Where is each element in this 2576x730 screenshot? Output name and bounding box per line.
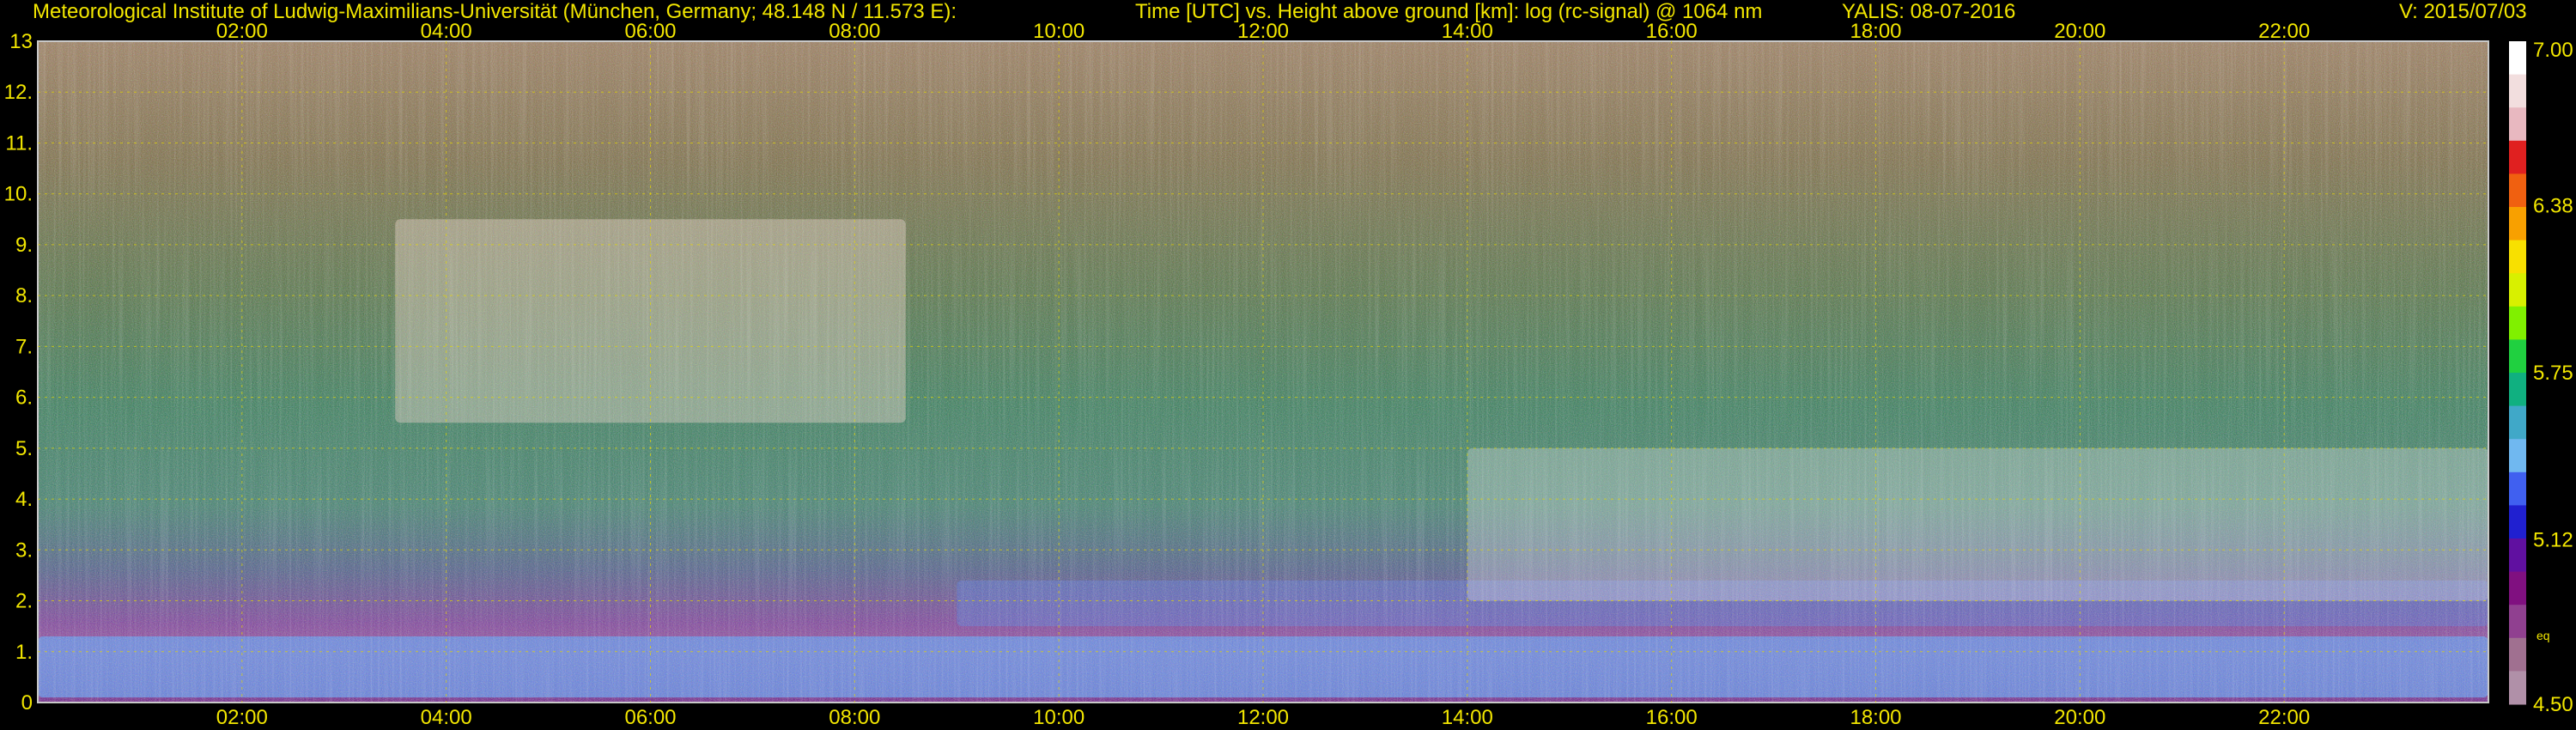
x-tick-label-top: 04:00 [421,20,472,43]
x-tick-label-top: 02:00 [216,20,268,43]
y-tick-label: 5. [15,437,33,460]
x-tick-label-bottom: 16:00 [1646,706,1698,729]
colorbar-segment [2509,471,2526,506]
colorbar-segment [2509,538,2526,573]
x-tick-label-top: 22:00 [2258,20,2310,43]
x-tick-label-bottom: 20:00 [2054,706,2105,729]
y-axis: 0 1. 2. 3. 4. 5. 6. 7. 8. 9. 10. 11. 12. 13 [4,30,33,715]
y-tick-label: 4. [15,488,33,511]
x-tick-label-bottom: 08:00 [829,706,880,729]
x-tick-label-bottom: 06:00 [624,706,676,729]
x-tick-label-bottom: 10:00 [1033,706,1084,729]
x-tick-label-top: 18:00 [1850,20,1901,43]
colorbar-segment [2509,41,2526,76]
colorbar-tick-label: 4.50 [2533,693,2573,716]
y-tick-label: 7. [15,335,33,358]
x-tick-label-bottom: 22:00 [2258,706,2310,729]
colorbar-segment [2509,571,2526,605]
x-tick-label-top: 10:00 [1033,20,1084,43]
colorbar-segment [2509,306,2526,340]
x-tick-label-bottom: 18:00 [1850,706,1901,729]
y-tick-label: 1. [15,641,33,664]
colorbar-unit-label: eq [2537,629,2550,642]
x-tick-label-top: 12:00 [1237,20,1289,43]
colorbar-tick-label: 5.75 [2533,362,2573,385]
colorbar-segment [2509,107,2526,142]
y-tick-label: 3. [15,538,33,562]
colorbar-segment [2509,505,2526,539]
colorbar-segment [2509,339,2526,374]
colorbar-tick-label: 6.38 [2533,194,2573,217]
colorbar-segment [2509,439,2526,473]
colorbar-segment [2509,140,2526,174]
colorbar-segment [2509,207,2526,241]
y-tick-label: 2. [15,590,33,613]
colorbar-segment [2509,373,2526,407]
y-tick-label: 9. [15,234,33,257]
colorbar-segment [2509,405,2526,440]
x-tick-label-bottom: 12:00 [1237,706,1289,729]
x-tick-label-bottom: 14:00 [1442,706,1493,729]
x-tick-label-top: 08:00 [829,20,880,43]
colorbar-segment [2509,671,2526,705]
lidar-heatmap-chart: 02:00 04:00 06:00 08:00 10:00 12:00 14:00 16:00… [4,20,2573,729]
x-axis-top: 02:00 04:00 06:00 08:00 10:00 12:00 14:00 16:00… [216,20,2310,43]
x-tick-label-top: 06:00 [624,20,676,43]
x-tick-label-top: 16:00 [1646,20,1698,43]
colorbar-segment [2509,605,2526,639]
y-tick-label: 10. [4,183,33,206]
y-tick-label: 13 [9,30,33,53]
x-tick-label-bottom: 04:00 [421,706,472,729]
y-tick-label: 12. [4,81,33,104]
colorbar-tick-label: 5.12 [2533,529,2573,552]
colorbar-segment [2509,637,2526,672]
x-tick-label-top: 20:00 [2054,20,2105,43]
colorbar-segment [2509,240,2526,274]
colorbar-segment [2509,173,2526,208]
colorbar-tick-label: 7.00 [2533,39,2573,62]
y-tick-label: 6. [15,386,33,410]
x-axis-bottom: 02:00 04:00 06:00 08:00 10:00 12:00 14:00 16:00… [216,706,2310,729]
y-tick-label: 8. [15,284,33,307]
y-tick-label: 0 [21,691,33,715]
colorbar-segment [2509,74,2526,108]
x-tick-label-top: 14:00 [1442,20,1493,43]
colorbar: 7.00 6.38 5.75 5.12 4.50 eq [2509,39,2573,716]
y-tick-label: 11. [5,131,33,155]
colorbar-segment [2509,273,2526,307]
x-tick-label-bottom: 02:00 [216,706,268,729]
